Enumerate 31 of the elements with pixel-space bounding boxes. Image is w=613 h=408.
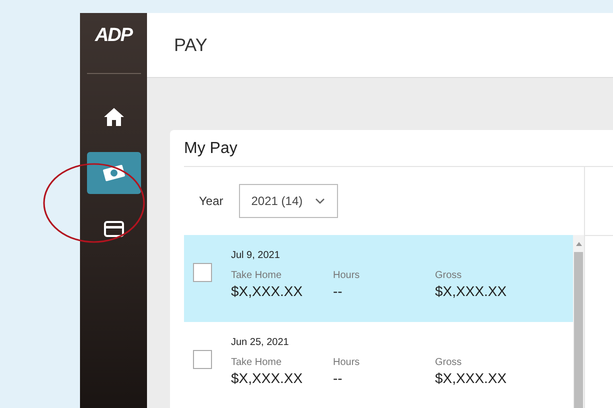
logo: ADP [94,25,132,47]
card-icon [104,221,124,237]
row-checkbox[interactable] [193,350,212,369]
take-home-amount: $X,XXX.XX [231,283,304,299]
chevron-down-icon [315,198,326,204]
gross-amount: $X,XXX.XX [435,283,508,299]
hours-label: Hours [333,357,361,368]
home-icon [102,106,124,128]
hours-value: -- [333,283,344,299]
take-home-amount: $X,XXX.XX [231,370,304,386]
card-title: My Pay [184,130,613,167]
take-home-label: Take Home [231,357,283,368]
take-home-label: Take Home [231,270,283,281]
pay-date: Jul 9, 2021 [231,250,281,261]
scrollbar[interactable] [573,235,584,408]
gross-label: Gross [435,357,463,368]
hours-value: -- [333,370,344,386]
gross-amount: $X,XXX.XX [435,370,508,386]
sidebar-item[interactable] [86,152,140,194]
page-title: PAY [174,34,208,56]
hours-label: Hours [333,270,361,281]
year-label: Year [199,194,224,208]
pay-row[interactable]: Jul 9, 2021 Take Home $X,XXX.XX Hours -- Gross $X,XXX.XX [184,235,573,322]
year-dropdown[interactable]: 2021 (14) [239,184,338,218]
pay-date: Jun 25, 2021 [231,337,290,348]
row-checkbox[interactable] [193,263,212,282]
scroll-thumb[interactable] [574,252,583,408]
scroll-up-icon [576,242,582,246]
gross-label: Gross [435,270,463,281]
pay-row[interactable]: Jun 25, 2021 Take Home $X,XXX.XX Hours -- Gross $X,XXX.XX [184,322,573,408]
money-icon [102,164,126,182]
